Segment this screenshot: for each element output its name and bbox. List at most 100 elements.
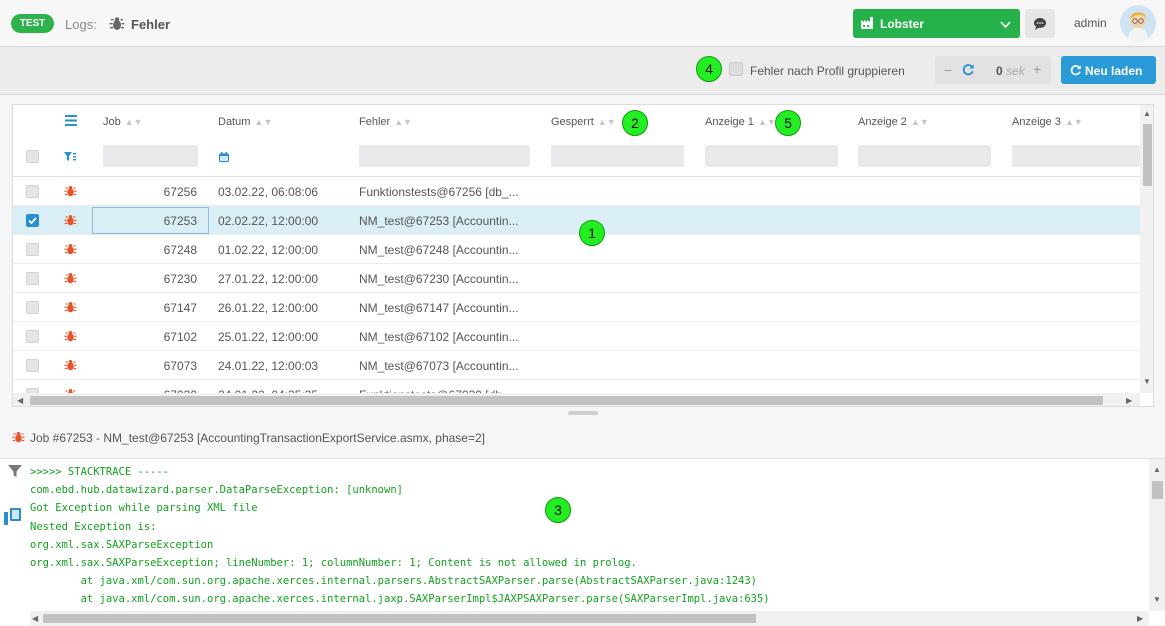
row-checkbox[interactable] xyxy=(26,185,39,198)
column-header-label: Job xyxy=(103,116,121,128)
profile-select[interactable]: Lobster xyxy=(853,9,1020,38)
group-by-profile-label[interactable]: Fehler nach Profil gruppieren xyxy=(750,64,905,78)
avatar[interactable] xyxy=(1120,5,1156,41)
scroll-down-icon[interactable]: ▼ xyxy=(1143,377,1151,386)
user-name[interactable]: admin xyxy=(1074,16,1107,30)
scrollbar-thumb[interactable] xyxy=(1143,124,1152,186)
fehler-cell: NM_test@67147 [Accountin... xyxy=(359,301,519,315)
group-by-profile-checkbox[interactable] xyxy=(729,62,743,76)
stacktrace-line: org.xml.sax.SAXParseException xyxy=(30,538,214,551)
job-cell: 67256 xyxy=(163,185,197,199)
column-header-fehler[interactable]: Fehler ▲▼ xyxy=(359,116,412,128)
scroll-left-icon[interactable]: ◀ xyxy=(17,396,23,405)
table-row[interactable]: 67073 24.01.22, 12:00:03 NM_test@67073 [… xyxy=(13,351,1140,380)
stacktrace-vertical-scrollbar[interactable]: ▲ ▼ xyxy=(1149,459,1165,611)
row-checkbox[interactable] xyxy=(26,243,39,256)
column-header-anzeige-1[interactable]: Anzeige 1 ▲▼ xyxy=(705,116,776,128)
stacktrace-horizontal-scrollbar[interactable]: ◀ ▶ xyxy=(30,611,1149,626)
job-filter-input[interactable] xyxy=(103,145,198,167)
copy-icon[interactable] xyxy=(4,506,22,529)
datum-cell: 01.02.22, 12:00:00 xyxy=(218,243,319,257)
datum-cell: 24.01.22, 12:00:03 xyxy=(218,359,319,373)
fehler-cell: NM_test@67248 [Accountin... xyxy=(359,243,519,257)
scroll-up-icon[interactable]: ▲ xyxy=(1143,109,1151,118)
anzeige-3-filter-input[interactable] xyxy=(1012,145,1140,167)
datum-cell: 25.01.22, 12:00:00 xyxy=(218,330,319,344)
bug-icon xyxy=(64,185,77,201)
gesperrt-filter-input[interactable] xyxy=(551,145,684,167)
table-row[interactable]: 67147 26.01.22, 12:00:00 NM_test@67147 [… xyxy=(13,293,1140,322)
job-cell: 67248 xyxy=(163,243,197,257)
column-header-label: Fehler xyxy=(359,116,391,128)
anzeige-1-filter-input[interactable] xyxy=(705,145,838,167)
row-checkbox[interactable] xyxy=(26,272,39,285)
table-row[interactable]: 67102 25.01.22, 12:00:00 NM_test@67102 [… xyxy=(13,322,1140,351)
detail-header: Job #67253 - NM_test@67253 [AccountingTr… xyxy=(0,418,1165,458)
scrollbar-thumb[interactable] xyxy=(43,614,756,623)
bug-icon xyxy=(64,214,77,230)
refresh-icon[interactable] xyxy=(962,63,975,79)
chat-button[interactable] xyxy=(1025,9,1055,38)
table-row[interactable]: 67256 03.02.22, 06:08:06 Funktionstests@… xyxy=(13,177,1140,206)
column-header-gesperrt[interactable]: Gesperrt ▲▼ xyxy=(551,116,616,128)
column-header-anzeige-3[interactable]: Anzeige 3 ▲▼ xyxy=(1012,116,1083,128)
annotation-marker-5: 5 xyxy=(775,110,801,136)
table-row-selected[interactable]: 67253 02.02.22, 12:00:00 NM_test@67253 [… xyxy=(13,206,1140,246)
bug-icon xyxy=(64,301,77,317)
grid-horizontal-scrollbar[interactable]: ◀ ▶ xyxy=(13,393,1140,406)
scroll-right-icon[interactable]: ▶ xyxy=(1126,396,1132,405)
job-cell: 67073 xyxy=(163,359,197,373)
anzeige-2-filter-input[interactable] xyxy=(858,145,991,167)
reload-button[interactable]: Neu laden xyxy=(1061,56,1156,84)
bug-icon xyxy=(64,243,77,259)
column-header-label: Gesperrt xyxy=(551,116,594,128)
datum-cell: 26.01.22, 12:00:00 xyxy=(218,301,319,315)
fehler-cell: NM_test@67073 [Accountin... xyxy=(359,359,519,373)
profile-select-label: Lobster xyxy=(880,17,925,31)
row-checkbox[interactable] xyxy=(26,330,39,343)
column-header-job[interactable]: Job ▲▼ xyxy=(103,116,143,128)
calendar-icon[interactable] xyxy=(219,151,229,165)
row-checkbox[interactable] xyxy=(26,359,39,372)
table-row[interactable]: 67230 27.01.22, 12:00:00 NM_test@67230 [… xyxy=(13,264,1140,293)
refresh-icon xyxy=(1070,65,1081,76)
job-cell: 67253 xyxy=(163,214,197,228)
bug-icon xyxy=(12,431,25,447)
refresh-decrement-button[interactable]: − xyxy=(944,62,952,78)
detail-title: Job #67253 - NM_test@67253 [AccountingTr… xyxy=(30,431,485,445)
bug-icon xyxy=(64,272,77,288)
refresh-interval[interactable]: 0 sek xyxy=(996,64,1025,78)
scroll-down-icon[interactable]: ▼ xyxy=(1153,595,1161,604)
select-all-checkbox[interactable] xyxy=(26,150,39,163)
table-row[interactable]: 67248 01.02.22, 12:00:00 NM_test@67248 [… xyxy=(13,235,1140,264)
grid-vertical-scrollbar[interactable]: ▲ ▼ xyxy=(1140,105,1153,393)
page-title: Fehler xyxy=(131,17,171,32)
datum-cell: 02.02.22, 12:00:00 xyxy=(218,214,319,228)
bug-icon xyxy=(64,330,77,346)
annotation-marker-4: 4 xyxy=(696,56,722,82)
reload-button-label: Neu laden xyxy=(1085,64,1143,78)
scrollbar-thumb[interactable] xyxy=(30,396,1103,405)
breadcrumb: Logs: Fehler xyxy=(65,17,170,32)
column-header-datum[interactable]: Datum ▲▼ xyxy=(218,116,272,128)
filter-icon[interactable] xyxy=(8,465,22,481)
fehler-cell: NM_test@67102 [Accountin... xyxy=(359,330,519,344)
fehler-filter-input[interactable] xyxy=(359,145,530,167)
scroll-left-icon[interactable]: ◀ xyxy=(32,614,38,623)
scroll-right-icon[interactable]: ▶ xyxy=(1137,614,1143,623)
toolbar: 4 Fehler nach Profil gruppieren − 0 sek … xyxy=(0,47,1165,95)
column-header-anzeige-2[interactable]: Anzeige 2 ▲▼ xyxy=(858,116,929,128)
row-checkbox[interactable] xyxy=(26,214,39,227)
panel-splitter-handle[interactable] xyxy=(568,411,598,415)
stacktrace-line: at java.xml/com.sun.org.apache.xerces.in… xyxy=(30,593,770,606)
menu-icon[interactable] xyxy=(65,115,77,129)
bug-icon xyxy=(64,359,77,375)
refresh-increment-button[interactable]: + xyxy=(1033,61,1041,77)
row-checkbox[interactable] xyxy=(26,301,39,314)
filter-icon[interactable] xyxy=(64,151,76,165)
annotation-marker-3: 3 xyxy=(545,497,571,523)
scroll-up-icon[interactable]: ▲ xyxy=(1153,465,1161,474)
env-badge: TEST xyxy=(11,14,54,33)
scrollbar-thumb[interactable] xyxy=(1152,481,1163,499)
job-cell: 67147 xyxy=(163,301,197,315)
